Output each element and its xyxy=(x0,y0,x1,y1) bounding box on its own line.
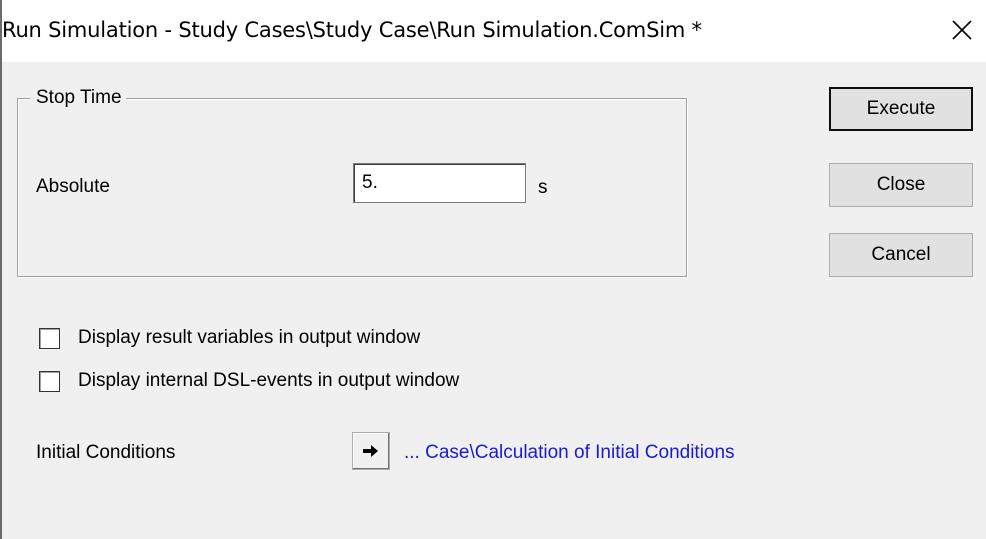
stop-time-group-label: Stop Time xyxy=(30,86,126,110)
run-simulation-dialog: Run Simulation - Study Cases\Study Case\… xyxy=(0,0,986,539)
display-dsl-events-label: Display internal DSL-events in output wi… xyxy=(78,370,460,391)
title-bar: Run Simulation - Study Cases\Study Case\… xyxy=(2,0,986,62)
display-result-variables-checkbox[interactable] xyxy=(39,327,60,349)
window-title: Run Simulation - Study Cases\Study Case\… xyxy=(2,18,702,42)
close-button[interactable]: Close xyxy=(829,163,973,207)
initial-conditions-link[interactable]: ... Case\Calculation of Initial Conditio… xyxy=(404,441,735,465)
display-result-variables-option[interactable]: Display result variables in output windo… xyxy=(39,326,420,350)
initial-conditions-jump-button[interactable] xyxy=(352,432,390,470)
stop-time-group xyxy=(17,98,687,277)
display-dsl-events-checkbox[interactable] xyxy=(39,370,60,392)
stop-time-absolute-input[interactable] xyxy=(353,163,526,203)
right-arrow-icon xyxy=(363,445,378,457)
absolute-label: Absolute xyxy=(36,176,110,197)
execute-button[interactable]: Execute xyxy=(829,87,973,131)
display-dsl-events-option[interactable]: Display internal DSL-events in output wi… xyxy=(39,369,459,393)
initial-conditions-label: Initial Conditions xyxy=(36,442,176,463)
seconds-unit-label: s xyxy=(538,177,548,198)
cancel-button[interactable]: Cancel xyxy=(829,233,973,277)
close-icon[interactable] xyxy=(942,10,982,50)
display-result-variables-label: Display result variables in output windo… xyxy=(78,327,421,348)
